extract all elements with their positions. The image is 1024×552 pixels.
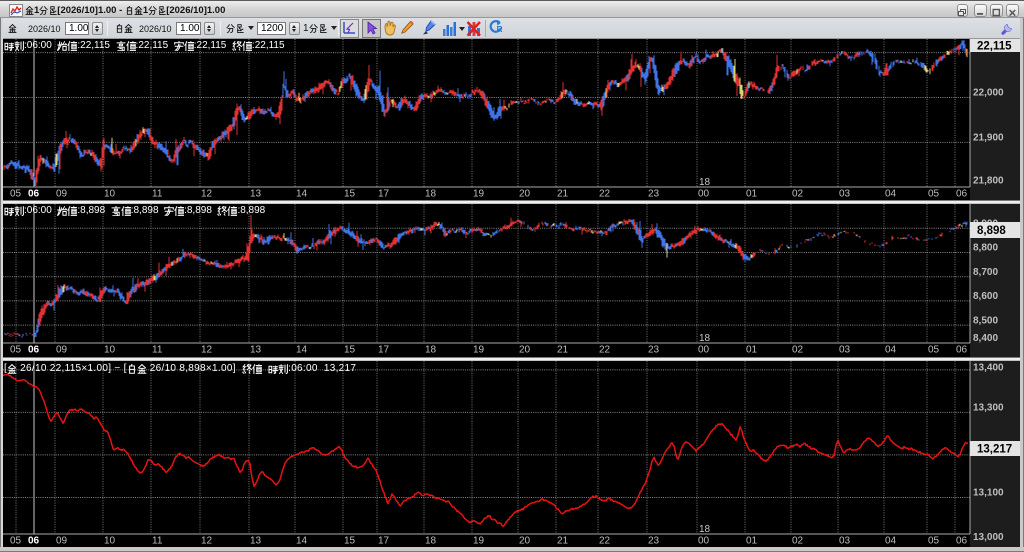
svg-text:02: 02 <box>792 345 804 356</box>
svg-text:21: 21 <box>557 345 569 356</box>
svg-text:05: 05 <box>928 189 940 200</box>
svg-text:13: 13 <box>250 189 262 200</box>
svg-text:05: 05 <box>10 536 22 547</box>
svg-text:04: 04 <box>885 189 897 200</box>
svg-text:13: 13 <box>250 536 262 547</box>
svg-text:22: 22 <box>599 536 611 547</box>
svg-text:06: 06 <box>28 536 40 547</box>
svg-text:03: 03 <box>839 536 851 547</box>
svg-text:21: 21 <box>557 189 569 200</box>
svg-text:8,800: 8,800 <box>973 243 998 254</box>
svg-text:11: 11 <box>152 345 163 356</box>
svg-text:05: 05 <box>928 536 940 547</box>
svg-text:8,700: 8,700 <box>973 267 998 278</box>
svg-text:17: 17 <box>378 189 390 200</box>
svg-text:20: 20 <box>519 345 531 356</box>
svg-text:17: 17 <box>378 536 390 547</box>
svg-text:18: 18 <box>425 345 437 356</box>
svg-text:00: 00 <box>698 345 710 356</box>
svg-text:21: 21 <box>557 536 569 547</box>
svg-text:22: 22 <box>599 345 611 356</box>
svg-text:09: 09 <box>56 345 68 356</box>
svg-text:01: 01 <box>746 345 758 356</box>
svg-text:06: 06 <box>956 345 968 356</box>
svg-text:10: 10 <box>104 345 116 356</box>
svg-text:18: 18 <box>425 536 437 547</box>
svg-text:04: 04 <box>885 536 897 547</box>
svg-text:06: 06 <box>28 345 40 356</box>
svg-text:01: 01 <box>746 189 758 200</box>
svg-text:00: 00 <box>698 189 710 200</box>
svg-text:17: 17 <box>378 345 390 356</box>
svg-text:06: 06 <box>956 536 968 547</box>
svg-text:19: 19 <box>473 536 485 547</box>
svg-text:03: 03 <box>839 345 851 356</box>
svg-text:06: 06 <box>956 189 968 200</box>
svg-text:10: 10 <box>104 189 116 200</box>
svg-text:14: 14 <box>296 189 308 200</box>
svg-text:8,600: 8,600 <box>973 291 998 302</box>
svg-text:21,900: 21,900 <box>973 133 1004 144</box>
svg-text:04: 04 <box>885 345 897 356</box>
svg-text:8,500: 8,500 <box>973 315 998 326</box>
svg-text:03: 03 <box>839 189 851 200</box>
svg-text:12: 12 <box>201 536 213 547</box>
svg-text:19: 19 <box>473 189 485 200</box>
svg-text:05: 05 <box>10 345 22 356</box>
svg-text:22: 22 <box>599 189 611 200</box>
svg-text:18: 18 <box>425 189 437 200</box>
svg-text:13,000: 13,000 <box>973 532 1004 543</box>
svg-text:13,400: 13,400 <box>973 362 1004 373</box>
svg-text:12: 12 <box>201 345 213 356</box>
svg-text:09: 09 <box>56 536 68 547</box>
svg-text:15: 15 <box>344 189 356 200</box>
svg-text:23: 23 <box>648 536 660 547</box>
svg-text:12: 12 <box>201 189 213 200</box>
svg-text:20: 20 <box>519 536 531 547</box>
svg-text:09: 09 <box>56 189 68 200</box>
svg-text:20: 20 <box>519 189 531 200</box>
svg-text:10: 10 <box>104 536 116 547</box>
svg-text:11: 11 <box>152 189 163 200</box>
svg-text:13,300: 13,300 <box>973 403 1004 414</box>
svg-text:15: 15 <box>344 536 356 547</box>
svg-text:13,100: 13,100 <box>973 488 1004 499</box>
svg-text:05: 05 <box>10 189 22 200</box>
svg-text:18: 18 <box>699 177 711 188</box>
svg-text:18: 18 <box>699 333 711 344</box>
svg-text:02: 02 <box>792 536 804 547</box>
svg-text:22,115: 22,115 <box>977 41 1012 53</box>
svg-text:23: 23 <box>648 189 660 200</box>
svg-text:05: 05 <box>928 345 940 356</box>
svg-text:8,898: 8,898 <box>977 225 1006 237</box>
svg-text:15: 15 <box>344 345 356 356</box>
svg-text:02: 02 <box>792 189 804 200</box>
svg-text:06: 06 <box>28 189 40 200</box>
svg-text:14: 14 <box>296 345 308 356</box>
svg-text:21,800: 21,800 <box>973 175 1004 186</box>
svg-text:19: 19 <box>473 345 485 356</box>
svg-text:18: 18 <box>699 524 711 535</box>
svg-text:22,000: 22,000 <box>973 88 1004 99</box>
svg-text:8,400: 8,400 <box>973 333 998 344</box>
svg-text:11: 11 <box>152 536 163 547</box>
svg-text:13: 13 <box>250 345 262 356</box>
svg-text:00: 00 <box>698 536 710 547</box>
svg-text:14: 14 <box>296 536 308 547</box>
svg-text:23: 23 <box>648 345 660 356</box>
svg-text:01: 01 <box>746 536 758 547</box>
svg-text:13,217: 13,217 <box>977 444 1012 456</box>
